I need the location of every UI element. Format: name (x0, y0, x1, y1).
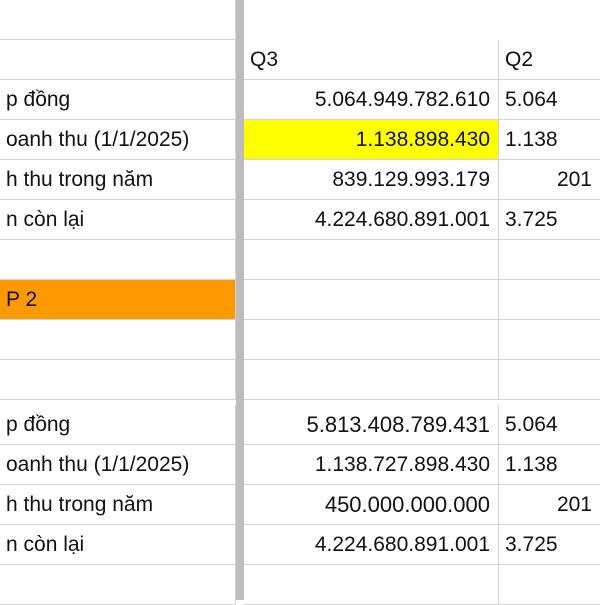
cell-b[interactable] (244, 240, 499, 280)
cell-a[interactable] (0, 240, 236, 280)
cell-c[interactable] (499, 280, 600, 320)
cell-b-value[interactable]: 5.813.408.789.431 (244, 405, 499, 445)
sheet-row: oanh thu (1/1/2025) 1.138.727.898.430 1.… (0, 445, 600, 485)
spreadsheet-grid: Q3 Q2 p đồng 5.064.949.782.610 5.064 oan… (0, 0, 600, 605)
cell-b[interactable] (244, 565, 499, 605)
sheet-row: P 2 (0, 280, 600, 320)
cell-b[interactable] (244, 360, 499, 400)
cell-c-value[interactable]: 3.725 (499, 200, 600, 240)
cell-c-value[interactable]: 1.138 (499, 445, 600, 485)
cell-c-value[interactable]: 201 (499, 160, 600, 200)
cell-c-value[interactable]: 5.064 (499, 405, 600, 445)
cell-b-value[interactable]: 450.000.000.000 (244, 485, 499, 525)
sheet-row: oanh thu (1/1/2025) 1.138.898.430 1.138 (0, 120, 600, 160)
cell-b[interactable] (244, 280, 499, 320)
cell-a-label[interactable]: h thu trong năm (0, 485, 236, 525)
cell-a-label[interactable]: n còn lại (0, 200, 236, 240)
sheet-row: h thu trong năm 839.129.993.179 201 (0, 160, 600, 200)
sheet-row: Q3 Q2 (0, 40, 600, 80)
cell-a[interactable] (0, 0, 236, 40)
cell-b-value[interactable]: 5.064.949.782.610 (244, 80, 499, 120)
cell-b[interactable] (244, 320, 499, 360)
cell-a[interactable] (0, 360, 236, 400)
cell-a-section-label[interactable]: P 2 (0, 280, 236, 320)
cell-b-value[interactable]: 4.224.680.891.001 (244, 200, 499, 240)
sheet-row (0, 0, 600, 40)
cell-c[interactable] (499, 565, 600, 605)
sheet-row: n còn lại 4.224.680.891.001 3.725 (0, 200, 600, 240)
cell-a[interactable] (0, 565, 236, 605)
cell-a[interactable] (0, 320, 236, 360)
cell-c-value[interactable]: 201 (499, 485, 600, 525)
sheet-row: n còn lại 4.224.680.891.001 3.725 (0, 525, 600, 565)
cell-b-value[interactable]: 839.129.993.179 (244, 160, 499, 200)
cell-c[interactable] (499, 320, 600, 360)
cell-c[interactable] (499, 240, 600, 280)
frozen-pane-divider[interactable] (236, 0, 244, 600)
cell-b-value[interactable]: 1.138.727.898.430 (244, 445, 499, 485)
cell-b-value-highlighted[interactable]: 1.138.898.430 (244, 120, 499, 160)
cell-a-label[interactable]: n còn lại (0, 525, 236, 565)
cell-a-label[interactable]: oanh thu (1/1/2025) (0, 445, 236, 485)
cell-a[interactable] (0, 40, 236, 80)
sheet-row: p đồng 5.064.949.782.610 5.064 (0, 80, 600, 120)
sheet-row: h thu trong năm 450.000.000.000 201 (0, 485, 600, 525)
cell-a-label[interactable]: p đồng (0, 80, 236, 120)
sheet-row (0, 320, 600, 360)
cell-c-value[interactable]: 1.138 (499, 120, 600, 160)
cell-c-value[interactable]: 5.064 (499, 80, 600, 120)
cell-c-value[interactable]: 3.725 (499, 525, 600, 565)
sheet-row (0, 240, 600, 280)
sheet-row (0, 565, 600, 605)
sheet-row (0, 360, 600, 400)
cell-a-label[interactable]: p đồng (0, 405, 236, 445)
cell-b-q3-header[interactable]: Q3 (244, 40, 499, 80)
sheet-row: p đồng 5.813.408.789.431 5.064 (0, 405, 600, 445)
cell-c[interactable] (499, 360, 600, 400)
cell-b-value[interactable]: 4.224.680.891.001 (244, 525, 499, 565)
cell-c-q2-header[interactable]: Q2 (499, 40, 600, 80)
cell-a-label[interactable]: h thu trong năm (0, 160, 236, 200)
cell-a-label[interactable]: oanh thu (1/1/2025) (0, 120, 236, 160)
